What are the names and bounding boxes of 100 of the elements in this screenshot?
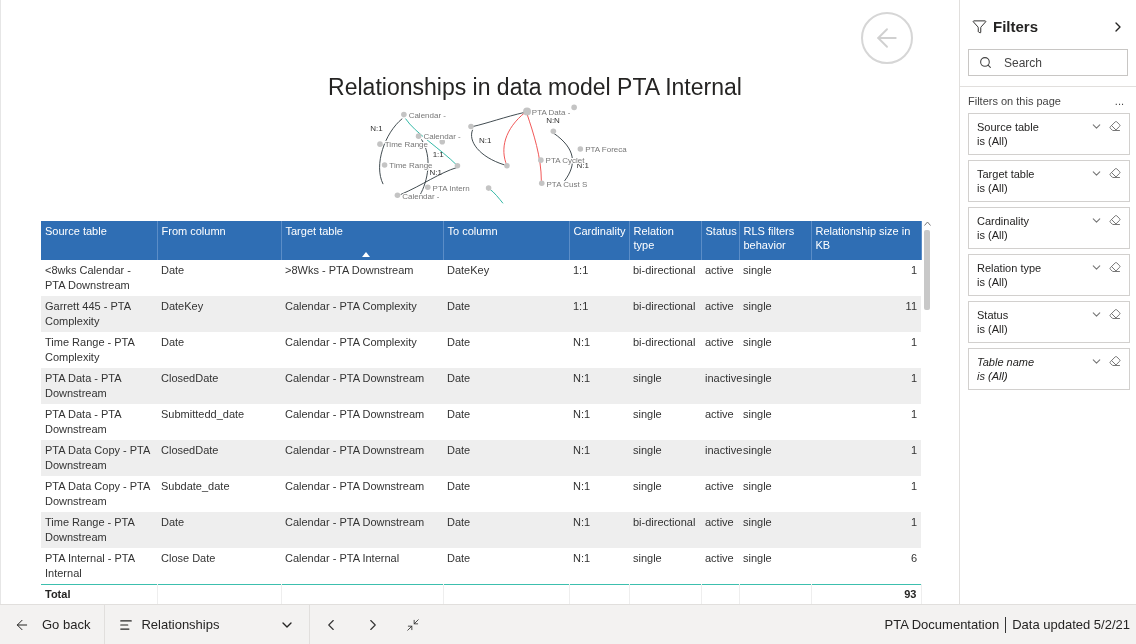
table-cell: Calendar - PTA Downstream bbox=[281, 439, 443, 476]
filter-name: Target table bbox=[977, 167, 1035, 181]
table-cell: Calendar - PTA Downstream bbox=[281, 403, 443, 440]
table-cell: Close Date bbox=[157, 547, 281, 584]
filter-card[interactable]: Relation type is (All) bbox=[968, 254, 1130, 296]
data-updated-text: Data updated 5/2/21 bbox=[1011, 617, 1131, 632]
filter-card[interactable]: Cardinality is (All) bbox=[968, 207, 1130, 249]
table-cell: Date bbox=[443, 367, 569, 404]
lines-icon bbox=[119, 617, 134, 632]
table-cell: single bbox=[629, 547, 701, 584]
eraser-icon[interactable] bbox=[1109, 120, 1121, 132]
graph-node: Calendar - bbox=[415, 132, 461, 142]
search-icon bbox=[979, 56, 992, 69]
table-cell: DateKey bbox=[443, 259, 569, 296]
eraser-icon[interactable] bbox=[1109, 214, 1121, 226]
column-header[interactable]: From column bbox=[157, 220, 281, 260]
filter-value: is (All) bbox=[977, 181, 1009, 195]
table-cell: single bbox=[629, 439, 701, 476]
search-field[interactable]: Search bbox=[968, 49, 1128, 76]
table-cell: Time Range - PTA Complexity bbox=[41, 331, 157, 368]
column-header[interactable]: Status bbox=[701, 220, 739, 260]
table-cell: ClosedDate bbox=[157, 439, 281, 476]
filter-value: is (All) bbox=[977, 322, 1009, 336]
table-cell: Calendar - PTA Internal bbox=[281, 547, 443, 584]
column-header[interactable]: Source table bbox=[41, 220, 157, 260]
table-cell: <8wks Calendar - PTA Downstream bbox=[41, 259, 157, 296]
table-cell: single bbox=[739, 259, 811, 296]
eraser-icon[interactable] bbox=[1109, 308, 1121, 320]
table-cell: single bbox=[739, 403, 811, 440]
table-cell: single bbox=[739, 511, 811, 548]
graph-node: PTA Cust S bbox=[538, 179, 588, 189]
table-cell: single bbox=[739, 475, 811, 512]
column-header[interactable]: RLS filters behavior bbox=[739, 220, 811, 260]
filter-card[interactable]: Target table is (All) bbox=[968, 160, 1130, 202]
table-cell: active bbox=[701, 331, 739, 368]
table-cell: Date bbox=[157, 259, 281, 296]
filter-value: is (All) bbox=[977, 134, 1009, 148]
table-cell: Date bbox=[443, 511, 569, 548]
table-cell: bi-directional bbox=[629, 259, 701, 296]
column-header[interactable]: Relationship size in KB bbox=[811, 220, 921, 260]
table-cell: 11 bbox=[811, 295, 921, 332]
filter-name: Table name bbox=[977, 355, 1035, 369]
table-cell: Date bbox=[443, 475, 569, 512]
table-cell: Date bbox=[443, 439, 569, 476]
filter-value: is (All) bbox=[977, 275, 1009, 289]
table-cell: 1 bbox=[811, 439, 921, 476]
table-cell: single bbox=[629, 475, 701, 512]
graph-node: PTA Foreca bbox=[577, 145, 627, 155]
report-name: PTA Documentation bbox=[883, 617, 1001, 632]
table-cell: N:1 bbox=[569, 511, 629, 548]
sort-up-icon bbox=[362, 251, 370, 257]
table-cell: bi-directional bbox=[629, 331, 701, 368]
table-cell: Calendar - PTA Downstream bbox=[281, 367, 443, 404]
column-header[interactable]: To column bbox=[443, 220, 569, 260]
filter-card[interactable]: Table name is (All) bbox=[968, 348, 1130, 390]
table-cell: 1 bbox=[811, 331, 921, 368]
table-cell: N:1 bbox=[569, 403, 629, 440]
table-cell: 1:1 bbox=[569, 295, 629, 332]
table-cell: Subdate_date bbox=[157, 475, 281, 512]
column-header[interactable]: Cardinality bbox=[569, 220, 629, 260]
filter-card[interactable]: Source table is (All) bbox=[968, 113, 1130, 155]
table-cell: Calendar - PTA Downstream bbox=[281, 475, 443, 512]
filter-value: is (All) bbox=[977, 228, 1009, 242]
page-dropdown[interactable]: Relationships bbox=[105, 604, 311, 644]
table-cell: PTA Data Copy - PTA Downstream bbox=[41, 439, 157, 476]
eraser-icon[interactable] bbox=[1109, 167, 1121, 179]
table-cell: >8Wks - PTA Downstream bbox=[281, 259, 443, 296]
table-cell: Date bbox=[443, 295, 569, 332]
table-cell: ClosedDate bbox=[157, 367, 281, 404]
table-cell: PTA Data - PTA Downstream bbox=[41, 367, 157, 404]
table-cell: N:1 bbox=[569, 439, 629, 476]
table-cell: Date bbox=[443, 547, 569, 584]
graph-node: Calendar - bbox=[394, 191, 440, 201]
table-cell: single bbox=[629, 367, 701, 404]
table-cell: active bbox=[701, 259, 739, 296]
table-cell: DateKey bbox=[157, 295, 281, 332]
table-cell: 1:1 bbox=[569, 259, 629, 296]
graph-node: PTA Data - bbox=[523, 107, 571, 117]
scroll-up-icon[interactable] bbox=[923, 220, 931, 226]
table-cell: 1 bbox=[811, 511, 921, 548]
table-cell: Submittedd_date bbox=[157, 403, 281, 440]
table-cell: 1 bbox=[811, 403, 921, 440]
table-cell: PTA Internal - PTA Internal bbox=[41, 547, 157, 584]
table-cell: Date bbox=[443, 403, 569, 440]
table-cell: Calendar - PTA Downstream bbox=[281, 511, 443, 548]
filter-name: Source table bbox=[977, 120, 1039, 134]
table-cell: PTA Data - PTA Downstream bbox=[41, 403, 157, 440]
column-header[interactable]: Target table bbox=[281, 220, 443, 260]
table-cell: single bbox=[629, 403, 701, 440]
table-cell: Date bbox=[157, 511, 281, 548]
eraser-icon[interactable] bbox=[1109, 355, 1121, 367]
column-header[interactable]: Relation type bbox=[629, 220, 701, 260]
report-title: Relationships in data model PTA Internal bbox=[328, 74, 742, 101]
table-cell: single bbox=[739, 331, 811, 368]
table-cell: bi-directional bbox=[629, 295, 701, 332]
filter-card[interactable]: Status is (All) bbox=[968, 301, 1130, 343]
eraser-icon[interactable] bbox=[1109, 261, 1121, 273]
filter-name: Status bbox=[977, 308, 1009, 322]
go-back-button[interactable]: Go back bbox=[0, 604, 106, 644]
more-options[interactable]: ... bbox=[1114, 95, 1124, 107]
